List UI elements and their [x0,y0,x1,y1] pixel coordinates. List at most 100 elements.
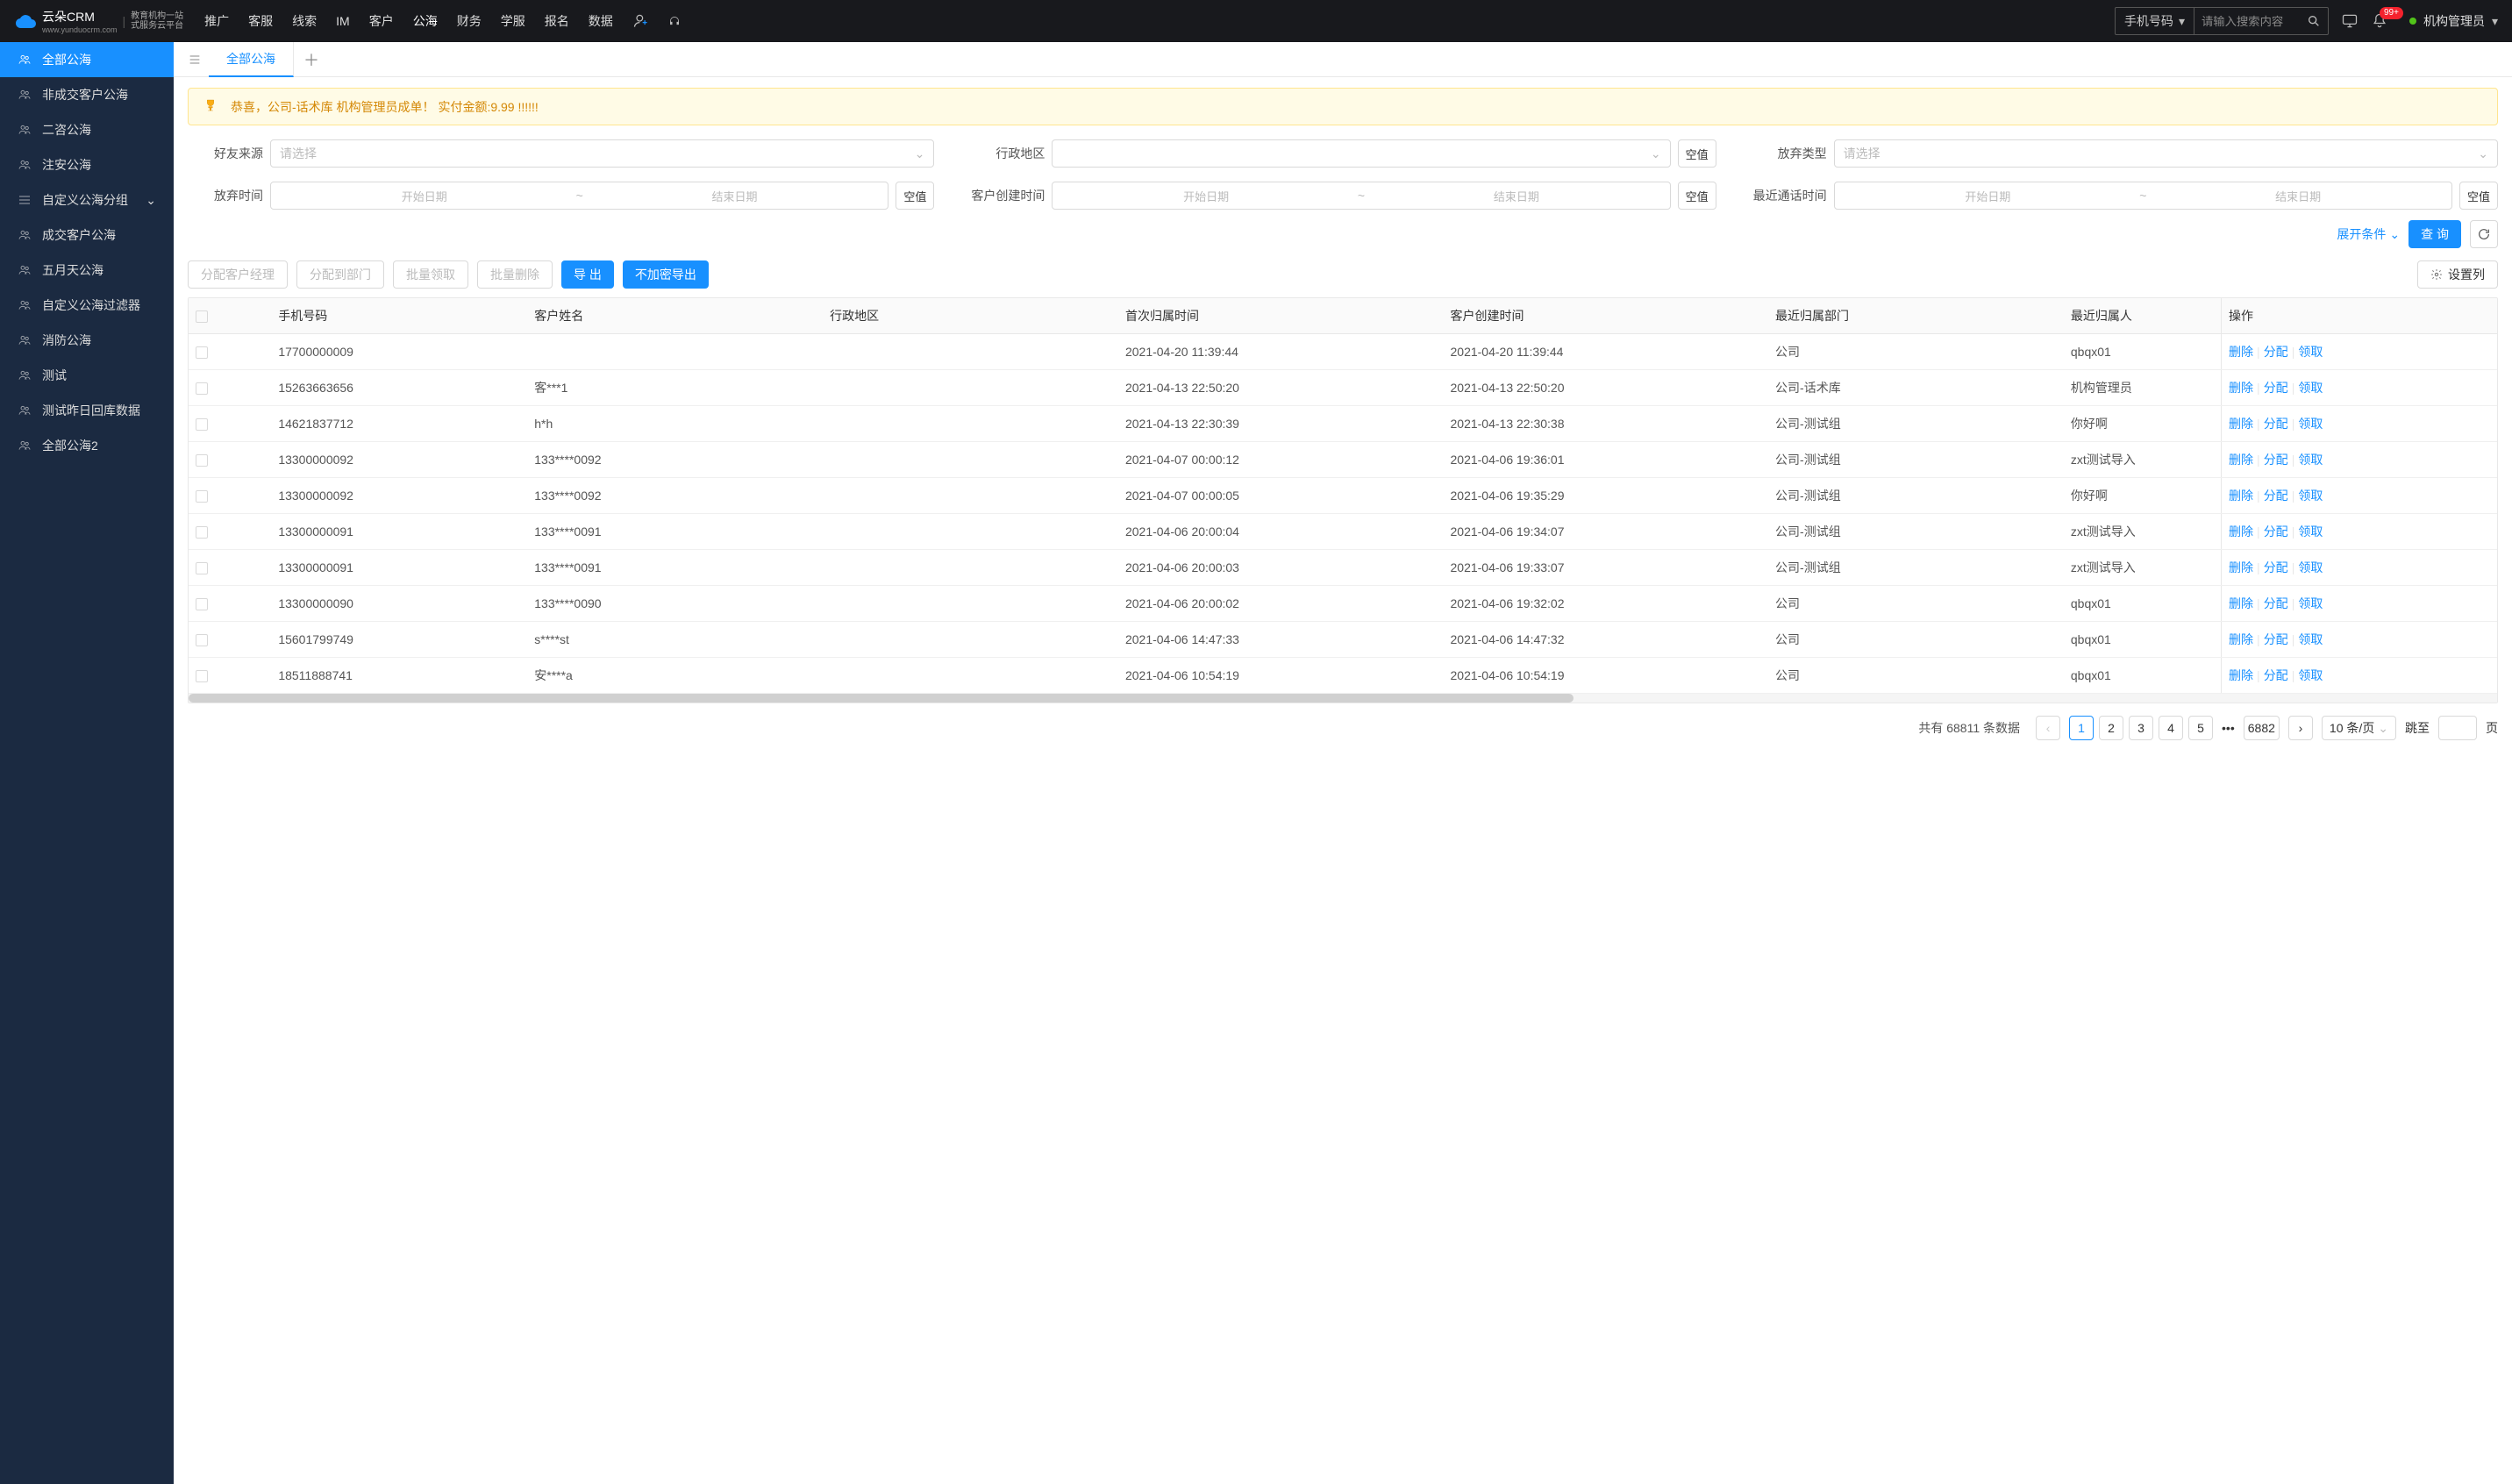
row-assign-link[interactable]: 分配 [2264,489,2288,503]
abandon-type-select[interactable]: 请选择⌄ [1834,139,2498,168]
last-call-empty-button[interactable]: 空值 [2459,182,2498,210]
query-button[interactable]: 查 询 [2409,220,2461,248]
sidebar-item[interactable]: 五月天公海 [0,253,174,288]
row-delete-link[interactable]: 删除 [2229,417,2253,431]
row-delete-link[interactable]: 删除 [2229,524,2253,539]
row-claim-link[interactable]: 领取 [2298,381,2323,395]
sidebar-item[interactable]: 消防公海 [0,323,174,358]
row-claim-link[interactable]: 领取 [2298,489,2323,503]
search-input[interactable] [2194,8,2300,34]
nav-item[interactable]: 客服 [248,12,273,30]
nav-item[interactable]: 数据 [589,12,613,30]
refresh-button[interactable] [2470,220,2498,248]
export-plain-button[interactable]: 不加密导出 [623,260,709,289]
row-delete-link[interactable]: 删除 [2229,632,2253,646]
row-delete-link[interactable]: 删除 [2229,596,2253,610]
row-checkbox[interactable] [196,598,208,610]
row-checkbox[interactable] [196,454,208,467]
source-select[interactable]: 请选择⌄ [270,139,934,168]
row-assign-link[interactable]: 分配 [2264,381,2288,395]
pagination-last[interactable]: 6882 [2244,716,2280,740]
row-claim-link[interactable]: 领取 [2298,345,2323,359]
assign-dept-button[interactable]: 分配到部门 [296,260,384,289]
add-tab-button[interactable]: ＋ [294,42,329,77]
last-call-range[interactable]: 开始日期~结束日期 [1834,182,2452,210]
row-assign-link[interactable]: 分配 [2264,632,2288,646]
sidebar-item[interactable]: 自定义公海过滤器 [0,288,174,323]
row-claim-link[interactable]: 领取 [2298,632,2323,646]
row-checkbox[interactable] [196,490,208,503]
export-button[interactable]: 导 出 [561,260,614,289]
batch-delete-button[interactable]: 批量删除 [477,260,553,289]
nav-item[interactable]: IM [336,14,350,28]
create-time-range[interactable]: 开始日期~结束日期 [1052,182,1670,210]
row-checkbox[interactable] [196,346,208,359]
row-claim-link[interactable]: 领取 [2298,596,2323,610]
pagination-page[interactable]: 4 [2159,716,2183,740]
pagination-page[interactable]: 2 [2099,716,2123,740]
headset-icon[interactable] [666,12,683,30]
row-assign-link[interactable]: 分配 [2264,417,2288,431]
add-user-icon[interactable] [632,12,650,30]
select-all-checkbox[interactable] [196,310,208,323]
pagination-next[interactable]: › [2288,716,2313,740]
row-claim-link[interactable]: 领取 [2298,560,2323,574]
row-assign-link[interactable]: 分配 [2264,596,2288,610]
batch-claim-button[interactable]: 批量领取 [393,260,468,289]
search-type-select[interactable]: 手机号码 ▾ [2116,8,2194,34]
monitor-icon[interactable] [2341,12,2359,30]
collapse-sidebar-button[interactable] [181,46,209,74]
assign-manager-button[interactable]: 分配客户经理 [188,260,288,289]
sidebar-item[interactable]: 全部公海 [0,42,174,77]
abandon-time-range[interactable]: 开始日期~结束日期 [270,182,888,210]
bell-icon[interactable]: 99+ [2371,12,2388,30]
row-claim-link[interactable]: 领取 [2298,453,2323,467]
row-delete-link[interactable]: 删除 [2229,453,2253,467]
horizontal-scrollbar[interactable] [189,694,2497,703]
create-time-empty-button[interactable]: 空值 [1678,182,1716,210]
set-columns-button[interactable]: 设置列 [2417,260,2498,289]
row-checkbox[interactable] [196,634,208,646]
nav-item[interactable]: 财务 [457,12,482,30]
expand-filters-link[interactable]: 展开条件 ⌄ [2337,225,2400,243]
pagination-page[interactable]: 3 [2129,716,2153,740]
sidebar-item[interactable]: 测试 [0,358,174,393]
user-menu[interactable]: 机构管理员 ▾ [2409,12,2498,30]
pagination-page[interactable]: 1 [2069,716,2094,740]
row-assign-link[interactable]: 分配 [2264,560,2288,574]
pagination-prev[interactable]: ‹ [2036,716,2060,740]
sidebar-item[interactable]: 全部公海2 [0,428,174,463]
row-delete-link[interactable]: 删除 [2229,668,2253,682]
pagination-page[interactable]: 5 [2188,716,2213,740]
row-claim-link[interactable]: 领取 [2298,524,2323,539]
nav-item[interactable]: 线索 [292,12,317,30]
row-assign-link[interactable]: 分配 [2264,668,2288,682]
page-size-select[interactable]: 10 条/页⌄ [2322,716,2396,740]
row-assign-link[interactable]: 分配 [2264,345,2288,359]
nav-item[interactable]: 学服 [501,12,525,30]
row-claim-link[interactable]: 领取 [2298,417,2323,431]
row-assign-link[interactable]: 分配 [2264,453,2288,467]
sidebar-item[interactable]: 测试昨日回库数据 [0,393,174,428]
row-delete-link[interactable]: 删除 [2229,381,2253,395]
sidebar-item[interactable]: 自定义公海分组⌄ [0,182,174,218]
row-checkbox[interactable] [196,382,208,395]
row-delete-link[interactable]: 删除 [2229,345,2253,359]
nav-item[interactable]: 报名 [545,12,569,30]
row-claim-link[interactable]: 领取 [2298,668,2323,682]
tab[interactable]: 全部公海 [209,42,294,77]
row-delete-link[interactable]: 删除 [2229,489,2253,503]
sidebar-item[interactable]: 注安公海 [0,147,174,182]
row-checkbox[interactable] [196,562,208,574]
nav-item[interactable]: 客户 [369,12,394,30]
search-button[interactable] [2300,8,2328,34]
sidebar-item[interactable]: 非成交客户公海 [0,77,174,112]
nav-item[interactable]: 公海 [413,12,438,30]
sidebar-item[interactable]: 二咨公海 [0,112,174,147]
abandon-time-empty-button[interactable]: 空值 [896,182,934,210]
nav-item[interactable]: 推广 [204,12,229,30]
row-assign-link[interactable]: 分配 [2264,524,2288,539]
sidebar-item[interactable]: 成交客户公海 [0,218,174,253]
row-delete-link[interactable]: 删除 [2229,560,2253,574]
region-select[interactable]: ⌄ [1052,139,1670,168]
